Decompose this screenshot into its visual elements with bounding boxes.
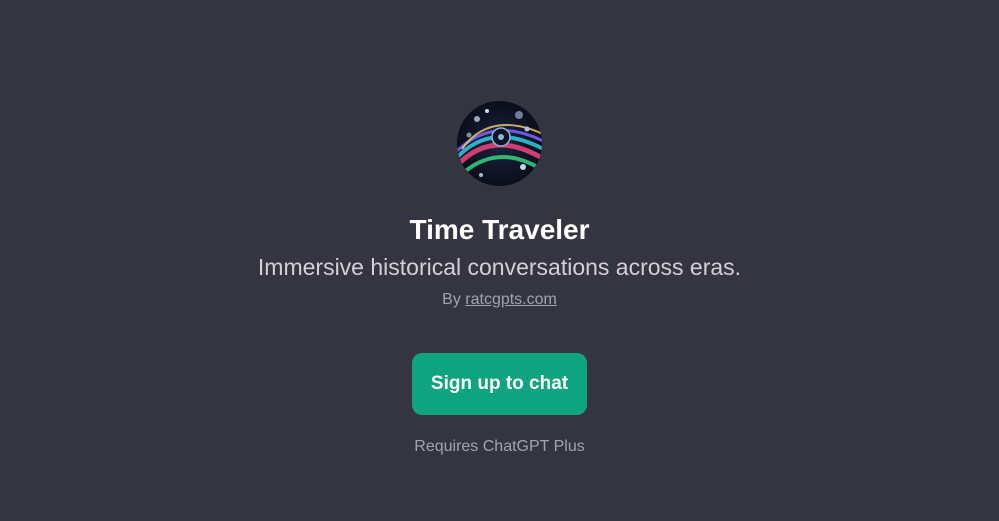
author-link[interactable]: ratcgpts.com (465, 291, 557, 308)
gpt-byline: By ratcgpts.com (0, 289, 999, 311)
gpt-title: Time Traveler (409, 214, 590, 245)
gpt-avatar (457, 101, 542, 186)
sign-up-to-chat-button[interactable]: Sign up to chat (412, 353, 587, 415)
gpt-description: Immersive historical conversations acros… (257, 254, 742, 280)
byline-prefix: By (442, 291, 461, 308)
gpt-landing-page: Time Traveler Immersive historical conve… (0, 0, 999, 521)
plus-requirement-note: Requires ChatGPT Plus (414, 438, 585, 455)
time-vortex-icon (457, 101, 542, 186)
